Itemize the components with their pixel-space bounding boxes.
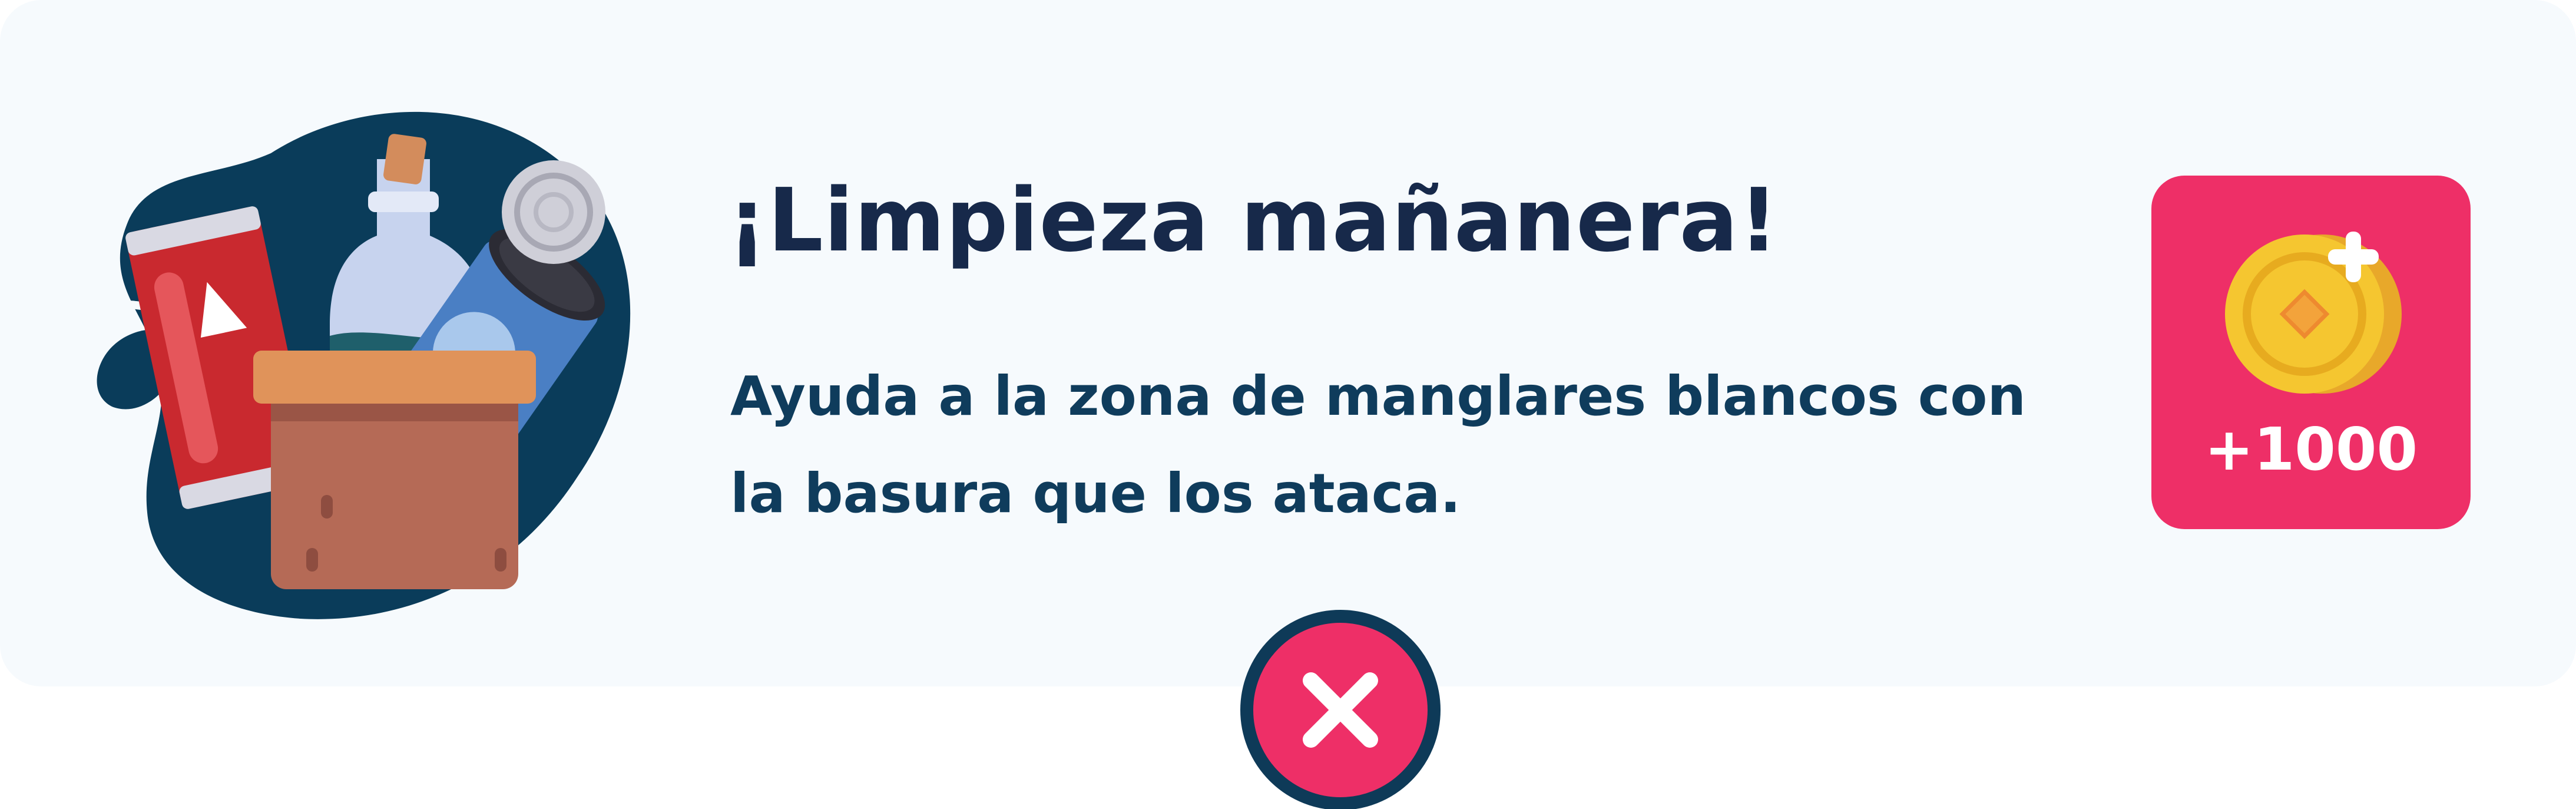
- reward-amount: +1000: [2204, 415, 2418, 484]
- coin-plus-icon: [2225, 232, 2402, 394]
- reward-badge: +1000: [2151, 176, 2471, 529]
- close-icon: [1303, 672, 1378, 748]
- mission-description: Ayuda a la zona de manglares blancos con…: [730, 365, 2026, 525]
- mission-title: ¡Limpieza mañanera!: [727, 170, 1779, 271]
- mission-card: ¡Limpieza mañanera! Ayuda a la zona de m…: [0, 0, 2576, 686]
- trash-box-icon: [97, 111, 631, 619]
- mission-popup: ¡Limpieza mañanera! Ayuda a la zona de m…: [0, 0, 2576, 809]
- close-button[interactable]: [1240, 610, 1441, 809]
